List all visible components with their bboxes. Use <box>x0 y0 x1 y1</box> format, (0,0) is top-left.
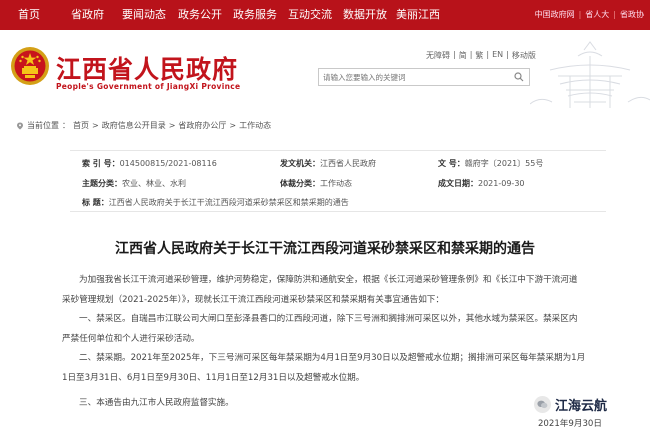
divider: | <box>578 10 582 19</box>
meta-title-value: 江西省人民政府关于长江干流江西段河道采砂禁采区和禁采期的通告 <box>108 198 349 207</box>
divider: | <box>469 50 473 59</box>
link-provincial-congress[interactable]: 省人大 <box>585 0 609 30</box>
link-accessibility[interactable]: 无障碍 <box>426 50 450 61</box>
meta-topic-label: 主题分类： <box>82 179 122 188</box>
meta-index-value: 014500815/2021-08116 <box>119 159 217 168</box>
meta-docno-label: 文 号： <box>438 159 465 168</box>
wechat-icon <box>534 396 551 413</box>
meta-issuer: 发文机关：江西省人民政府 <box>280 158 376 169</box>
meta-date-value: 2021-09-30 <box>478 179 525 188</box>
article-paragraph-4: 三、本通告由九江市人民政府监督实施。 <box>62 394 610 414</box>
nav-home[interactable]: 首页 <box>18 0 40 30</box>
paragraph-line: 采砂管理规划（2021-2025年）》，现就长江干流江西段河道采砂禁采区和禁采期… <box>62 294 444 305</box>
nav-data-open[interactable]: 数据开放 <box>343 0 387 30</box>
meta-docno: 文 号：赣府字〔2021〕55号 <box>438 158 543 169</box>
search-icon <box>514 72 524 82</box>
pavilion-illustration <box>530 41 650 108</box>
location-icon <box>17 122 23 129</box>
search-input[interactable] <box>319 69 509 85</box>
breadcrumb-gov-office[interactable]: 省政府办公厅 <box>178 120 226 131</box>
top-nav-bar: 首页 省政府 要闻动态 政务公开 政务服务 互动交流 数据开放 美丽江西 中国政… <box>0 0 650 30</box>
meta-category-value: 工作动态 <box>320 179 352 188</box>
breadcrumb: 当前位置 ： 首页 > 政府信息公开目录 > 省政府办公厅 > 工作动态 <box>16 120 271 131</box>
breadcrumb-label: 当前位置 <box>27 121 59 130</box>
article-title: 江西省人民政府关于长江干流江西段河道采砂禁采区和禁采期的通告 <box>115 241 535 257</box>
breadcrumb-separator: ： <box>62 121 70 130</box>
site-header: 江西省人民政府 People's Government of JiangXi P… <box>0 30 650 108</box>
paragraph-line: 为加强我省长江干流河道采砂管理，维护河势稳定，保障防洪和通航安全，根据《长江河道… <box>79 275 578 285</box>
meta-date-label: 成文日期： <box>438 179 478 188</box>
nav-news[interactable]: 要闻动态 <box>122 0 166 30</box>
meta-category-label: 体裁分类： <box>280 179 320 188</box>
link-simplified[interactable]: 简 <box>459 50 467 61</box>
nav-beautiful-jiangxi[interactable]: 美丽江西 <box>396 0 440 30</box>
meta-issuer-label: 发文机关： <box>280 159 320 168</box>
chevron-right-icon: > <box>168 121 176 130</box>
meta-date: 成文日期：2021-09-30 <box>438 178 525 189</box>
link-traditional[interactable]: 繁 <box>475 50 483 61</box>
article-paragraph-3: 二、禁采期。2021年至2025年，下三号洲可采区每年禁采期为4月1日至9月30… <box>62 349 610 388</box>
watermark-text: 江海云航 <box>555 399 608 414</box>
meta-issuer-value: 江西省人民政府 <box>320 159 376 168</box>
divider: | <box>506 50 509 59</box>
document-meta-table: 索 引 号：014500815/2021-08116 发文机关：江西省人民政府 … <box>70 150 606 212</box>
link-english[interactable]: EN <box>492 50 503 61</box>
meta-index: 索 引 号：014500815/2021-08116 <box>82 158 217 169</box>
article-date: 2021年9月30日 <box>537 419 602 429</box>
divider: | <box>486 50 490 59</box>
search-box <box>318 68 530 86</box>
meta-category: 体裁分类：工作动态 <box>280 178 352 189</box>
top-nav-right-links: 中国政府网 | 省人大 | 省政协 <box>535 0 644 30</box>
meta-topic-value: 农业、林业、水利 <box>122 179 186 188</box>
meta-title: 标 题：江西省人民政府关于长江干流江西段河道采砂禁采区和禁采期的通告 <box>82 197 349 208</box>
search-button[interactable] <box>509 69 529 85</box>
site-title[interactable]: 江西省人民政府 <box>56 50 238 86</box>
meta-docno-value: 赣府字〔2021〕55号 <box>464 159 544 168</box>
link-china-gov[interactable]: 中国政府网 <box>535 0 575 30</box>
divider: | <box>613 10 616 19</box>
article-paragraph-2: 一、禁采区。自瑞昌市江联公司大闸口至彭泽县香口的江西段河道，除下三号洲和搁排洲可… <box>62 310 610 349</box>
national-emblem-icon <box>11 47 49 85</box>
nav-gov-services[interactable]: 政务服务 <box>233 0 277 30</box>
nav-interaction[interactable]: 互动交流 <box>288 0 332 30</box>
meta-title-label: 标 题： <box>82 198 109 207</box>
paragraph-line: 1日至3月31日、6月1日至9月30日、11月1日至12月31日以及超警戒水位期… <box>62 372 365 383</box>
paragraph-line: 严禁任何单位和个人进行采砂活动。 <box>62 333 200 344</box>
site-subtitle: People's Government of JiangXi Province <box>56 82 241 91</box>
accessibility-links: 无障碍 | 简 | 繁 | EN | 移动版 <box>426 50 536 61</box>
chevron-right-icon: > <box>229 121 237 130</box>
paragraph-line: 二、禁采期。2021年至2025年，下三号洲可采区每年禁采期为4月1日至9月30… <box>79 353 586 363</box>
breadcrumb-info-catalog[interactable]: 政府信息公开目录 <box>102 120 166 131</box>
meta-index-label: 索 引 号： <box>82 159 120 168</box>
meta-topic: 主题分类：农业、林业、水利 <box>82 178 186 189</box>
chevron-right-icon: > <box>92 121 99 130</box>
nav-province-gov[interactable]: 省政府 <box>71 0 104 30</box>
paragraph-line: 三、本通告由九江市人民政府监督实施。 <box>79 398 234 408</box>
divider: | <box>453 50 456 59</box>
nav-gov-affairs-open[interactable]: 政务公开 <box>178 0 222 30</box>
paragraph-line: 一、禁采区。自瑞昌市江联公司大闸口至彭泽县香口的江西段河道，除下三号洲和搁排洲可… <box>79 314 578 324</box>
breadcrumb-home[interactable]: 首页 <box>73 120 89 131</box>
breadcrumb-work-news[interactable]: 工作动态 <box>239 120 271 131</box>
link-provincial-cppcc[interactable]: 省政协 <box>620 0 644 30</box>
watermark: 江海云航 <box>534 395 607 414</box>
article-paragraph-1: 为加强我省长江干流河道采砂管理，维护河势稳定，保障防洪和通航安全，根据《长江河道… <box>62 271 610 310</box>
